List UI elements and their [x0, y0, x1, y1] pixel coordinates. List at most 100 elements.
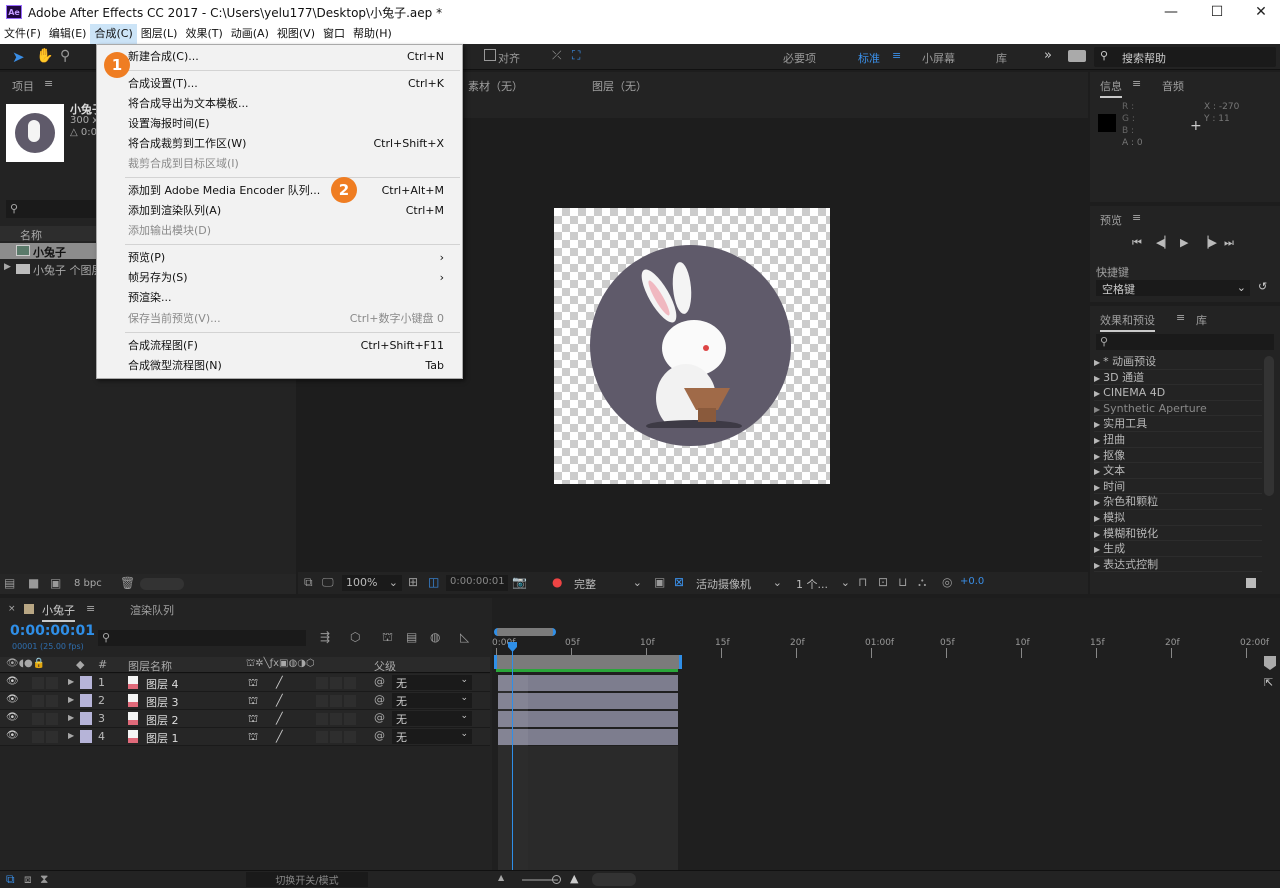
quality-switch-icon[interactable]: ╱ [276, 730, 283, 743]
snap-icon[interactable]: ⤫ [552, 48, 562, 63]
switch-box[interactable] [316, 695, 328, 707]
workspace-menu-icon[interactable]: ≡ [892, 49, 901, 62]
quality-switch-icon[interactable]: ╱ [276, 676, 283, 689]
timeline-scrollbar[interactable] [592, 873, 636, 886]
menu-item[interactable]: 预渲染... [97, 288, 462, 308]
frame-blending-icon[interactable]: ▤ [406, 630, 417, 644]
align-checkbox[interactable] [484, 49, 496, 61]
effects-category[interactable]: ▶ 模糊和锐化 [1094, 526, 1262, 542]
menu-item[interactable]: 设置海报时间(E) [97, 114, 462, 134]
effects-category[interactable]: ▶ 3D 通道 [1094, 370, 1262, 386]
workspace-standard[interactable]: 标准 [858, 50, 880, 66]
snapshot-camera-icon[interactable]: 📷 [512, 575, 527, 589]
effects-category[interactable]: ▶ * 动画预设 [1094, 354, 1262, 370]
menu-item[interactable]: 帧另存为(S) › [97, 268, 462, 288]
sync-settings-icon[interactable] [1068, 50, 1086, 62]
pick-whip-icon[interactable]: @ [374, 675, 385, 688]
new-item-icon[interactable] [1246, 578, 1256, 588]
channel-icon[interactable]: ● [552, 575, 562, 589]
switch-box[interactable] [316, 713, 328, 725]
shy-switch-icon[interactable]: ⛫ [248, 694, 258, 709]
tab-library[interactable]: 库 [1196, 312, 1207, 328]
expand-arrow-icon[interactable]: ▶ [68, 677, 74, 686]
exposure-value[interactable]: +0.0 [960, 576, 984, 587]
comp-mini-flowchart-icon[interactable]: ⇶ [320, 630, 330, 644]
tab-audio[interactable]: 音频 [1162, 78, 1184, 94]
camera-dropdown[interactable]: 活动摄像机 ⌄ [692, 575, 786, 591]
current-time-field[interactable]: 0:00:00:01 [446, 575, 508, 591]
expand-arrow-icon[interactable]: ▶ [68, 695, 74, 704]
comp-canvas[interactable] [554, 208, 830, 484]
always-preview-icon[interactable]: ⧉ [304, 575, 313, 590]
parent-dropdown[interactable]: 无 ⌄ [392, 693, 472, 708]
snap-grid-icon[interactable]: ⛶ [572, 48, 580, 63]
toggle-switches-modes-button[interactable]: 切换开关/模式 [246, 872, 368, 887]
visibility-eye-icon[interactable]: 👁 [6, 676, 19, 687]
parent-dropdown[interactable]: 无 ⌄ [392, 711, 472, 726]
panel-menu-icon[interactable]: ≡ [1176, 311, 1185, 324]
timeline-icon[interactable]: ⊔ [898, 575, 907, 589]
project-scrollbar[interactable] [140, 578, 184, 590]
playhead[interactable] [512, 642, 513, 870]
flowchart-icon[interactable]: ⛬ [918, 575, 926, 590]
menu-item[interactable]: 合成设置(T)... Ctrl+K [97, 74, 462, 94]
tab-render-queue[interactable]: 渲染队列 [130, 602, 174, 618]
menu-effect[interactable]: 效果(T) [181, 24, 226, 44]
resolution-dropdown[interactable]: 完整 ⌄ [570, 575, 646, 591]
effects-category[interactable]: ▶ 实用工具 [1094, 416, 1262, 432]
project-search-input[interactable]: ⚲ [6, 200, 96, 218]
parent-column-header[interactable]: 父级 [374, 658, 396, 674]
work-area-bar[interactable] [494, 655, 682, 669]
new-folder-icon[interactable]: ■ [28, 576, 39, 590]
fast-preview-icon[interactable]: ⊡ [878, 575, 888, 589]
effects-category[interactable]: ▶ CINEMA 4D [1094, 385, 1262, 401]
region-of-interest-icon[interactable]: ▣ [654, 575, 665, 589]
expand-arrow-icon[interactable]: ▶ [68, 731, 74, 740]
menu-item[interactable]: 将合成导出为文本模板... [97, 94, 462, 114]
mask-visibility-icon[interactable]: ◫ [428, 575, 439, 589]
effects-category[interactable]: ▶ Synthetic Aperture [1094, 401, 1262, 417]
menu-item[interactable]: 将合成裁剪到工作区(W) Ctrl+Shift+X [97, 134, 462, 154]
menu-item[interactable]: 合成流程图(F) Ctrl+Shift+F11 [97, 336, 462, 356]
expand-arrow-icon[interactable]: ▶ [4, 262, 11, 272]
reset-exposure-icon[interactable]: ◎ [942, 575, 952, 589]
zoom-in-icon[interactable]: ▲ [570, 872, 578, 885]
menu-item[interactable]: 预览(P) › [97, 248, 462, 268]
maximize-button[interactable]: ☐ [1194, 0, 1240, 24]
menu-window[interactable]: 窗口 [319, 24, 349, 44]
more-workspaces-button[interactable]: » [1044, 48, 1052, 63]
layer-row[interactable]: 👁 ▶ 4 图层 1 ⛫ ╱ @ 无 ⌄ [0, 728, 490, 746]
visibility-eye-icon[interactable]: 👁 [6, 694, 19, 705]
tab-effects-presets[interactable]: 效果和预设 [1100, 312, 1155, 332]
selection-tool-icon[interactable]: ➤ [12, 48, 25, 66]
pixel-aspect-icon[interactable]: ⊓ [858, 575, 867, 589]
switch-box[interactable] [330, 731, 342, 743]
menu-item[interactable]: 添加到渲染队列(A) Ctrl+M [97, 201, 462, 221]
number-column-header[interactable]: # [98, 658, 107, 671]
panel-menu-icon[interactable]: ≡ [1132, 77, 1141, 90]
zoom-dropdown[interactable]: 100% ⌄ [342, 575, 402, 591]
tab-info[interactable]: 信息 [1100, 78, 1122, 98]
effects-category[interactable]: ▶ 文本 [1094, 463, 1262, 479]
graph-editor-icon[interactable]: ◺ [460, 630, 469, 644]
visibility-eye-icon[interactable]: 👁 [6, 730, 19, 741]
effects-category[interactable]: ▶ 时间 [1094, 479, 1262, 495]
first-frame-icon[interactable]: ⏮ [1132, 236, 1142, 250]
menu-view[interactable]: 视图(V) [273, 24, 319, 44]
views-dropdown[interactable]: 1 个... ⌄ [792, 575, 854, 591]
draft-3d-icon[interactable]: ⬡ [350, 630, 360, 644]
pick-whip-icon[interactable]: @ [374, 729, 385, 742]
menu-animation[interactable]: 动画(A) [227, 24, 273, 44]
time-navigator[interactable] [494, 628, 556, 636]
quality-switch-icon[interactable]: ╱ [276, 694, 283, 707]
name-column-header[interactable]: 名称 [20, 227, 42, 243]
switch-box[interactable] [344, 695, 356, 707]
switch-box[interactable] [316, 731, 328, 743]
panel-menu-icon[interactable]: ≡ [44, 77, 53, 90]
zoom-tool-icon[interactable]: ⚲ [60, 48, 70, 64]
lock-switch[interactable] [46, 731, 58, 743]
tab-comp[interactable]: 小兔子 [42, 602, 75, 622]
effects-category[interactable]: ▶ 表达式控制 [1094, 557, 1262, 573]
layer-name-column-header[interactable]: 图层名称 [128, 658, 172, 674]
effects-category[interactable]: ▶ 杂色和颗粒 [1094, 494, 1262, 510]
